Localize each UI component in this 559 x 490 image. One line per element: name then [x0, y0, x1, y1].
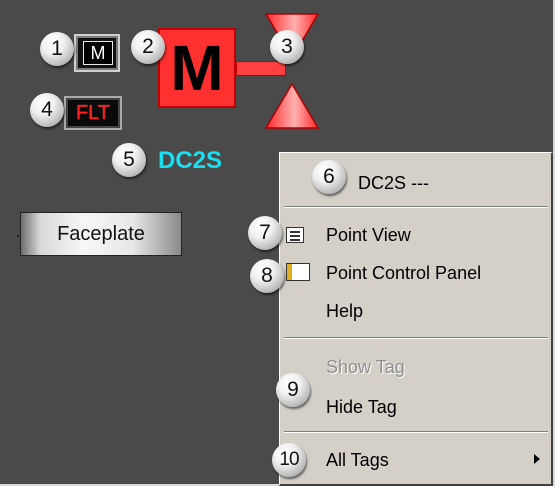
- tag-name-label[interactable]: DC2S: [158, 147, 222, 175]
- motor-symbol[interactable]: M: [158, 28, 236, 108]
- valve-icon[interactable]: [262, 12, 322, 130]
- mode-button-label: M: [83, 41, 113, 65]
- menu-item-help[interactable]: Help: [326, 301, 363, 322]
- submenu-arrow-icon: [534, 454, 540, 464]
- point-view-icon: [286, 227, 304, 243]
- menu-separator: [284, 206, 548, 208]
- callout-3: 3: [270, 30, 304, 64]
- callout-5: 5: [112, 143, 146, 177]
- control-panel-icon: [286, 263, 310, 281]
- menu-separator: [284, 337, 548, 339]
- menu-item-all-tags[interactable]: All Tags: [326, 450, 389, 471]
- menu-item-point-control-panel[interactable]: Point Control Panel: [326, 263, 481, 284]
- faceplate-button[interactable]: Faceplate: [20, 212, 182, 256]
- menu-item-point-view[interactable]: Point View: [326, 225, 411, 246]
- hmi-display: M FLT M DC2S Faceplate DC2S --- Point Vi…: [0, 0, 555, 486]
- callout-4: 4: [30, 93, 64, 127]
- callout-6: 6: [312, 160, 346, 194]
- callout-9: 9: [276, 373, 310, 407]
- callout-10: 10: [272, 443, 306, 477]
- menu-separator: [284, 431, 548, 433]
- callout-8: 8: [250, 259, 284, 293]
- faceplate-dot: [17, 235, 19, 237]
- menu-item-hide-tag[interactable]: Hide Tag: [326, 397, 397, 418]
- callout-1: 1: [40, 32, 74, 66]
- fault-indicator-label: FLT: [75, 102, 111, 124]
- callout-7: 7: [248, 216, 282, 250]
- menu-header: DC2S ---: [358, 173, 429, 193]
- callout-2: 2: [131, 30, 165, 64]
- context-menu: DC2S --- Point View Point Control Panel …: [279, 152, 553, 486]
- motor-symbol-label: M: [170, 32, 224, 104]
- menu-item-show-tag: Show Tag: [326, 357, 405, 377]
- fault-indicator[interactable]: FLT: [64, 96, 122, 130]
- mode-button[interactable]: M: [74, 34, 120, 72]
